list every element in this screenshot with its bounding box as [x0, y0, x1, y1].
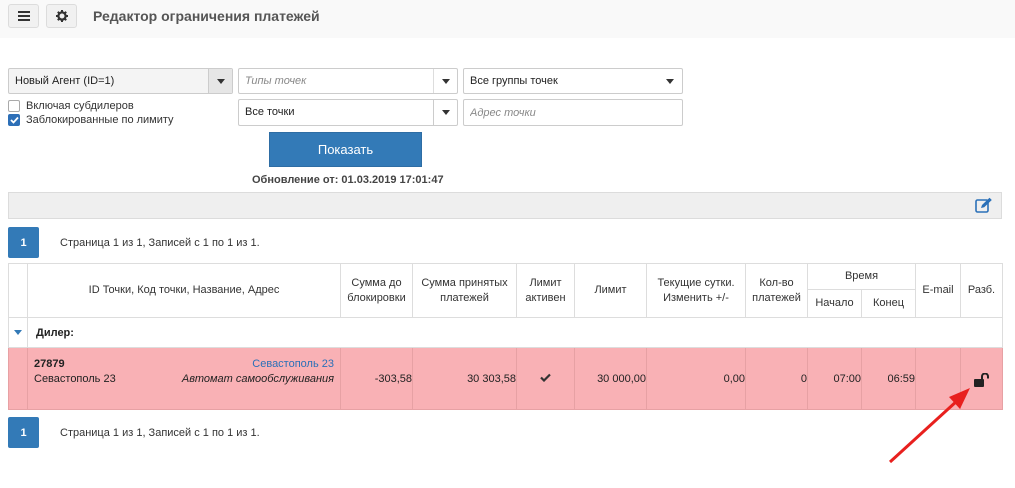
checkmark-icon	[540, 373, 551, 382]
column-header-accepted-sum[interactable]: Сумма принятых платежей	[412, 263, 517, 318]
group-label: Дилер:	[36, 326, 74, 339]
blocked-by-limit-checkbox[interactable]: Заблокированные по лимиту	[8, 114, 174, 126]
row-expand-cell	[8, 347, 28, 410]
checkmark-icon	[9, 116, 19, 124]
pager-info: Страница 1 из 1, Записей с 1 по 1 из 1.	[60, 426, 260, 439]
page-title: Редактор ограничения платежей	[93, 8, 320, 24]
page-button[interactable]: 1	[8, 417, 39, 448]
annotation-arrow-icon	[888, 388, 970, 464]
hamburger-icon	[17, 11, 30, 21]
show-button[interactable]: Показать	[269, 132, 422, 167]
point-types-select[interactable]: Типы точек	[238, 68, 458, 94]
column-header-time: Время	[807, 263, 916, 290]
point-cell: 27879 Севастополь 23 Севастополь 23 Авто…	[27, 347, 341, 410]
point-groups-select[interactable]: Все группы точек	[463, 68, 683, 94]
page-button[interactable]: 1	[8, 227, 39, 258]
expand-column-header	[8, 263, 28, 318]
group-header-cell: Дилер:	[27, 317, 1003, 348]
blocked-by-limit-label: Заблокированные по лимиту	[26, 114, 174, 126]
address-input[interactable]	[464, 100, 682, 125]
column-header-time-end[interactable]: Конец	[861, 289, 916, 318]
settings-button[interactable]	[46, 4, 77, 28]
pager-info: Страница 1 из 1, Записей с 1 по 1 из 1.	[60, 236, 260, 249]
column-header-limit[interactable]: Лимит	[574, 263, 647, 318]
sum-to-block-cell: -303,58	[340, 347, 413, 410]
point-id: 27879	[34, 357, 65, 370]
pager-bottom: 1 Страница 1 из 1, Записей с 1 по 1 из 1…	[8, 417, 260, 448]
column-header-payment-count[interactable]: Кол-во платежей	[745, 263, 808, 318]
limit-active-cell	[516, 347, 575, 410]
point-address: Автомат самообслуживания	[181, 372, 334, 385]
top-bar: Редактор ограничения платежей	[0, 0, 1015, 38]
column-header-current-day[interactable]: Текущие сутки. Изменить +/-	[646, 263, 746, 318]
points-value: Все точки	[245, 106, 295, 118]
edit-icon[interactable]	[975, 197, 993, 214]
group-toggle[interactable]	[8, 317, 28, 348]
update-timestamp: Обновление от: 01.03.2019 17:01:47	[252, 174, 444, 186]
grid-toolbar	[8, 192, 1002, 219]
column-header-sum-to-block[interactable]: Сумма до блокировки	[340, 263, 413, 318]
chevron-down-icon[interactable]	[433, 69, 457, 93]
time-start-cell: 07:00	[807, 347, 862, 410]
checkbox-checked[interactable]	[8, 114, 20, 126]
gear-icon	[55, 10, 68, 22]
limit-cell: 30 000,00	[574, 347, 647, 410]
pager-top: 1 Страница 1 из 1, Записей с 1 по 1 из 1…	[8, 227, 260, 258]
checkbox-unchecked[interactable]	[8, 100, 20, 112]
point-types-placeholder: Типы точек	[245, 75, 307, 87]
current-day-cell[interactable]: 0,00	[646, 347, 746, 410]
chevron-down-icon[interactable]	[433, 100, 457, 125]
column-header-email[interactable]: E-mail	[915, 263, 961, 318]
chevron-down-icon[interactable]	[208, 69, 232, 93]
column-header-point[interactable]: ID Точки, Код точки, Название, Адрес	[27, 263, 341, 318]
column-header-unblock[interactable]: Разб.	[960, 263, 1003, 318]
include-subdealers-checkbox[interactable]: Включая субдилеров	[8, 100, 134, 112]
caret-down-icon[interactable]	[14, 330, 22, 335]
group-row[interactable]: Дилер:	[8, 317, 1003, 348]
agent-select-value: Новый Агент (ID=1)	[15, 75, 115, 87]
include-subdealers-label: Включая субдилеров	[26, 100, 134, 112]
table-row[interactable]: 27879 Севастополь 23 Севастополь 23 Авто…	[8, 347, 1003, 410]
menu-button[interactable]	[8, 4, 39, 28]
payments-limit-table: ID Точки, Код точки, Название, Адрес Сум…	[8, 263, 1003, 410]
payment-count-cell: 0	[745, 347, 808, 410]
column-header-time-start[interactable]: Начало	[807, 289, 862, 318]
point-code: Севастополь 23	[34, 372, 116, 385]
accepted-sum-cell: 30 303,58	[412, 347, 517, 410]
points-select[interactable]: Все точки	[238, 99, 458, 126]
agent-select[interactable]: Новый Агент (ID=1)	[8, 68, 233, 94]
address-input-wrapper	[463, 99, 683, 126]
chevron-down-icon[interactable]	[658, 69, 682, 93]
point-name-link[interactable]: Севастополь 23	[252, 358, 334, 370]
point-groups-value: Все группы точек	[470, 75, 558, 87]
column-header-limit-active[interactable]: Лимит активен	[516, 263, 575, 318]
